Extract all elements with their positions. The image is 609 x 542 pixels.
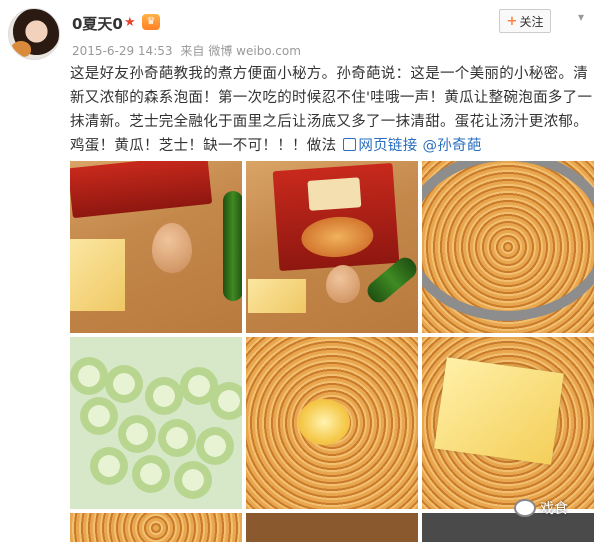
source-prefix: 来自 bbox=[180, 44, 205, 58]
photo-noodles-cheese[interactable] bbox=[422, 337, 594, 509]
photo-cucumber-slices[interactable] bbox=[70, 337, 242, 509]
wechat-icon bbox=[514, 499, 536, 517]
post-timestamp[interactable]: 2015-6-29 14:53 bbox=[72, 44, 173, 58]
photo-bowl-1[interactable] bbox=[70, 513, 242, 542]
avatar-cat bbox=[11, 41, 31, 57]
post-source[interactable]: 微博 weibo.com bbox=[208, 44, 301, 58]
photo-bowl-2[interactable] bbox=[246, 513, 418, 542]
watermark: 戏食 bbox=[514, 498, 568, 518]
follow-button[interactable]: + 关注 bbox=[499, 9, 551, 33]
post-text-block: 这是好友孙奇葩教我的煮方便面小秘方。孙奇葩说：这是一个美丽的小秘密。清新又浓郁的… bbox=[70, 62, 600, 158]
web-link[interactable]: 网页链接 bbox=[358, 138, 417, 154]
photo-noodles-egg[interactable] bbox=[246, 337, 418, 509]
photo-noodles-boiling[interactable] bbox=[422, 161, 594, 333]
username[interactable]: 0夏天0 bbox=[72, 13, 123, 34]
mention-link[interactable]: @孙奇葩 bbox=[422, 138, 481, 154]
watermark-text: 戏食 bbox=[540, 501, 568, 517]
post-text: 这是好友孙奇葩教我的煮方便面小秘方。孙奇葩说：这是一个美丽的小秘密。清新又浓郁的… bbox=[70, 66, 593, 154]
verified-star-icon: ★ bbox=[124, 15, 136, 30]
photo-ingredients-1[interactable] bbox=[70, 161, 242, 333]
photo-bowl-3[interactable] bbox=[422, 513, 594, 542]
chevron-down-icon[interactable]: ▾ bbox=[578, 10, 592, 24]
post-meta: 2015-6-29 14:53 来自 微博 weibo.com bbox=[72, 42, 305, 59]
web-link-icon[interactable] bbox=[343, 138, 357, 151]
avatar[interactable] bbox=[8, 8, 60, 60]
photo-ingredients-2[interactable] bbox=[246, 161, 418, 333]
follow-label: 关注 bbox=[519, 14, 544, 29]
vip-icon[interactable]: ♛ bbox=[142, 14, 160, 30]
plus-icon: + bbox=[506, 13, 518, 29]
